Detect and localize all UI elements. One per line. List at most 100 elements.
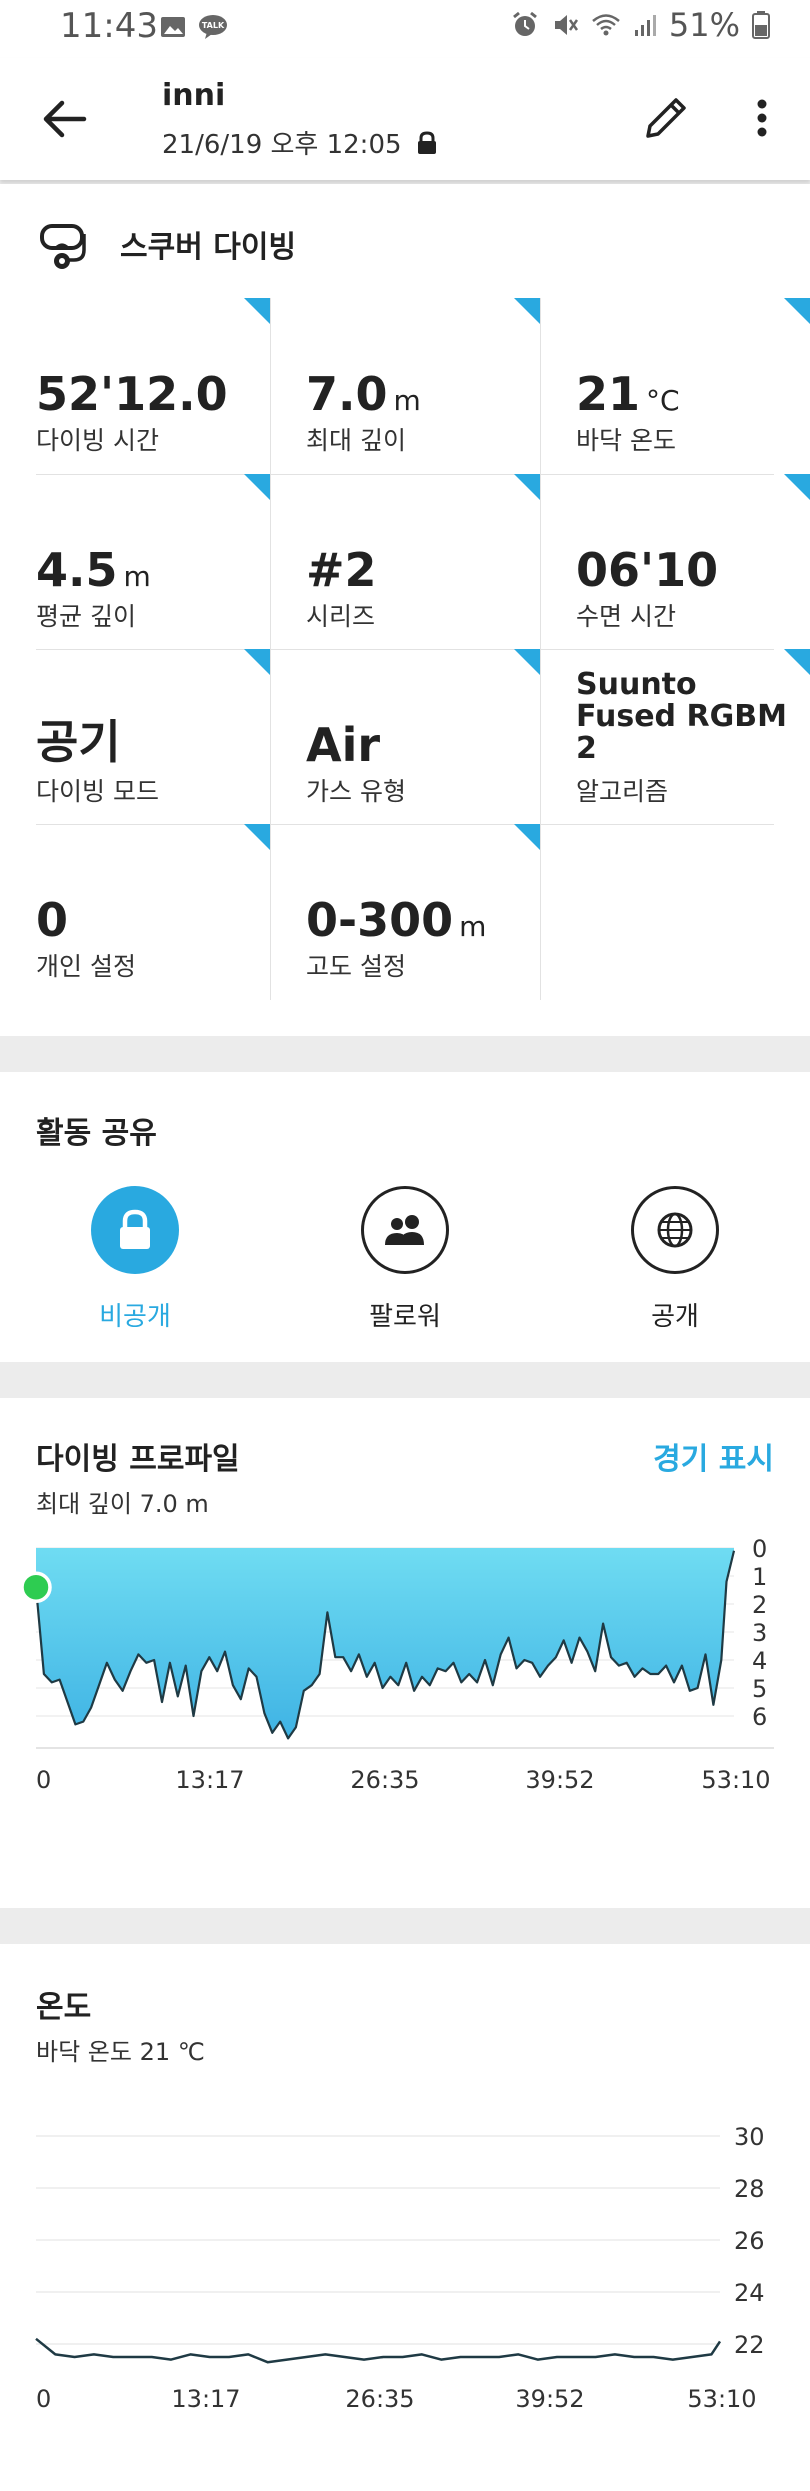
share-option-followers[interactable]: 팔로워 xyxy=(305,1186,505,1333)
gallery-icon xyxy=(161,17,185,37)
temperature-title: 온도 xyxy=(36,1990,92,2025)
tile-corner-marker xyxy=(784,474,810,500)
stat-value: 7.0 m xyxy=(306,367,421,421)
stat-label: 평균 깊이 xyxy=(36,602,136,631)
followers-icon xyxy=(385,1215,424,1245)
x-tick-label: 26:35 xyxy=(345,2385,414,2413)
y-tick-label: 26 xyxy=(734,2227,765,2255)
profile-title: 다이빙 프로파일 xyxy=(36,1442,240,1477)
y-tick-label: 0 xyxy=(752,1535,767,1563)
x-tick-label: 53:10 xyxy=(701,1766,770,1794)
x-tick-label: 0 xyxy=(36,2385,51,2413)
share-option-public[interactable]: 공개 xyxy=(575,1186,775,1333)
x-tick-label: 0 xyxy=(36,1766,51,1794)
share-card: 활동 공유 비공개 팔로워 공개 xyxy=(0,1072,810,1362)
app-header: inni 21/6/19 오후 12:05 xyxy=(0,58,810,180)
y-tick-label: 22 xyxy=(734,2331,765,2359)
stat-value: 4.5 m xyxy=(36,543,151,597)
stat-label: 알고리즘 xyxy=(576,777,669,806)
share-section-title: 활동 공유 xyxy=(36,1116,157,1151)
user-name[interactable]: inni xyxy=(162,78,225,113)
share-option-label: 팔로워 xyxy=(369,1302,441,1332)
depth-area xyxy=(36,1548,734,1739)
svg-text:TALK: TALK xyxy=(202,21,225,30)
start-marker xyxy=(20,1571,52,1603)
mute-icon xyxy=(554,15,578,35)
stat-tile-max-depth[interactable]: 7.0 m 최대 깊이 xyxy=(270,298,540,473)
stat-label: 수면 시간 xyxy=(576,602,676,631)
stat-tile-altitude-setting[interactable]: 0-300 m 고도 설정 xyxy=(270,824,540,999)
stat-label: 개인 설정 xyxy=(36,952,136,981)
back-arrow-icon[interactable] xyxy=(38,92,92,146)
x-tick-label: 39:52 xyxy=(515,2385,584,2413)
x-tick-label: 26:35 xyxy=(350,1766,419,1794)
activity-type-row: 스쿠버 다이빙 xyxy=(36,216,296,272)
share-private-circle[interactable] xyxy=(91,1186,179,1274)
stat-label: 고도 설정 xyxy=(306,952,406,981)
show-race-link[interactable]: 경기 표시 xyxy=(653,1434,774,1478)
y-tick-label: 3 xyxy=(752,1619,767,1647)
stat-label: 바닥 온도 xyxy=(576,426,676,455)
stat-tile-algorithm[interactable]: Suunto Fused RGBM 2 알고리즘 xyxy=(540,649,810,824)
tile-corner-marker xyxy=(244,474,270,500)
tile-corner-marker xyxy=(244,824,270,850)
battery-icon xyxy=(752,11,770,39)
y-tick-label: 28 xyxy=(734,2175,765,2203)
dive-profile-card: 다이빙 프로파일 경기 표시 최대 깊이 7.0 m 0 1 2 3 4 5 6 0 13:17… xyxy=(0,1398,810,1908)
stat-tile-series[interactable]: #2 시리즈 xyxy=(270,474,540,649)
tile-corner-marker xyxy=(244,298,270,324)
x-tick-label: 13:17 xyxy=(175,1766,244,1794)
tile-corner-marker xyxy=(514,474,540,500)
stat-value: 0-300 m xyxy=(306,893,487,947)
y-tick-label: 30 xyxy=(734,2123,765,2151)
share-public-circle[interactable] xyxy=(631,1186,719,1274)
stat-tile-gas-type[interactable]: Air 가스 유형 xyxy=(270,649,540,824)
share-option-label: 비공개 xyxy=(99,1302,171,1332)
stat-tile-dive-time[interactable]: 52'12.0 다이빙 시간 xyxy=(0,298,270,473)
edit-pencil-icon[interactable] xyxy=(636,88,696,148)
stat-tile-dive-mode[interactable]: 공기 다이빙 모드 xyxy=(0,649,270,824)
stat-value: Air xyxy=(306,718,381,772)
stat-label: 시리즈 xyxy=(306,602,376,631)
stat-label: 가스 유형 xyxy=(306,777,406,806)
status-bar: 11:43 TALK 51% xyxy=(0,0,810,58)
more-options-icon[interactable] xyxy=(742,88,782,148)
stat-tile-bottom-temp[interactable]: 21 °C 바닥 온도 xyxy=(540,298,810,473)
battery-percent: 51% xyxy=(668,6,740,44)
scuba-mask-icon xyxy=(40,224,86,269)
tile-corner-marker xyxy=(514,649,540,675)
tile-corner-marker xyxy=(514,298,540,324)
stat-value: Suunto Fused RGBM 2 xyxy=(576,667,787,766)
y-tick-label: 4 xyxy=(752,1647,767,1675)
stat-value: 52'12.0 xyxy=(36,367,228,421)
share-followers-circle[interactable] xyxy=(361,1186,449,1274)
y-tick-label: 24 xyxy=(734,2279,765,2307)
stat-value: 공기 xyxy=(36,715,121,769)
depth-profile-chart[interactable]: 01234560 13:17 26:35 39:52 53:10 xyxy=(0,1532,810,1862)
stat-tile-personal-setting[interactable]: 0 개인 설정 xyxy=(0,824,270,999)
x-tick-label: 53:10 xyxy=(687,2385,756,2413)
y-tick-label: 5 xyxy=(752,1675,767,1703)
stat-value: #2 xyxy=(306,543,377,597)
profile-subtitle: 최대 깊이 7.0 m xyxy=(36,1490,209,1518)
share-option-private[interactable]: 비공개 xyxy=(35,1186,235,1333)
alarm-icon xyxy=(512,11,537,36)
stat-tile-avg-depth[interactable]: 4.5 m 평균 깊이 xyxy=(0,474,270,649)
stat-tile-surface-time[interactable]: 06'10 수면 시간 xyxy=(540,474,810,649)
share-option-label: 공개 xyxy=(651,1302,699,1332)
activity-datetime: 21/6/19 오후 12:05 xyxy=(162,124,438,161)
temperature-chart[interactable]: 30 28 26 24 22 0 13:17 26:35 39:52 53:10 xyxy=(0,2084,810,2491)
lock-icon xyxy=(417,131,436,154)
tile-corner-marker xyxy=(784,298,810,324)
tile-corner-marker xyxy=(244,649,270,675)
status-time: 11:43 xyxy=(60,6,158,46)
globe-icon xyxy=(657,1212,693,1248)
stats-card: 스쿠버 다이빙 52'12.0 다이빙 시간 7.0 m 최대 깊이 21 °C 바… xyxy=(0,184,810,1036)
kakaotalk-icon: TALK xyxy=(199,15,227,39)
y-tick-label: 1 xyxy=(752,1563,767,1591)
stat-value: 0 xyxy=(36,893,69,947)
temperature-card: 온도 바닥 온도 21 ℃ 30 28 26 24 22 0 13:17 26:35 39:52… xyxy=(0,1944,810,2491)
stat-label: 다이빙 모드 xyxy=(36,777,159,806)
stat-value: 21 °C xyxy=(576,367,680,421)
stat-label: 최대 깊이 xyxy=(306,426,406,455)
